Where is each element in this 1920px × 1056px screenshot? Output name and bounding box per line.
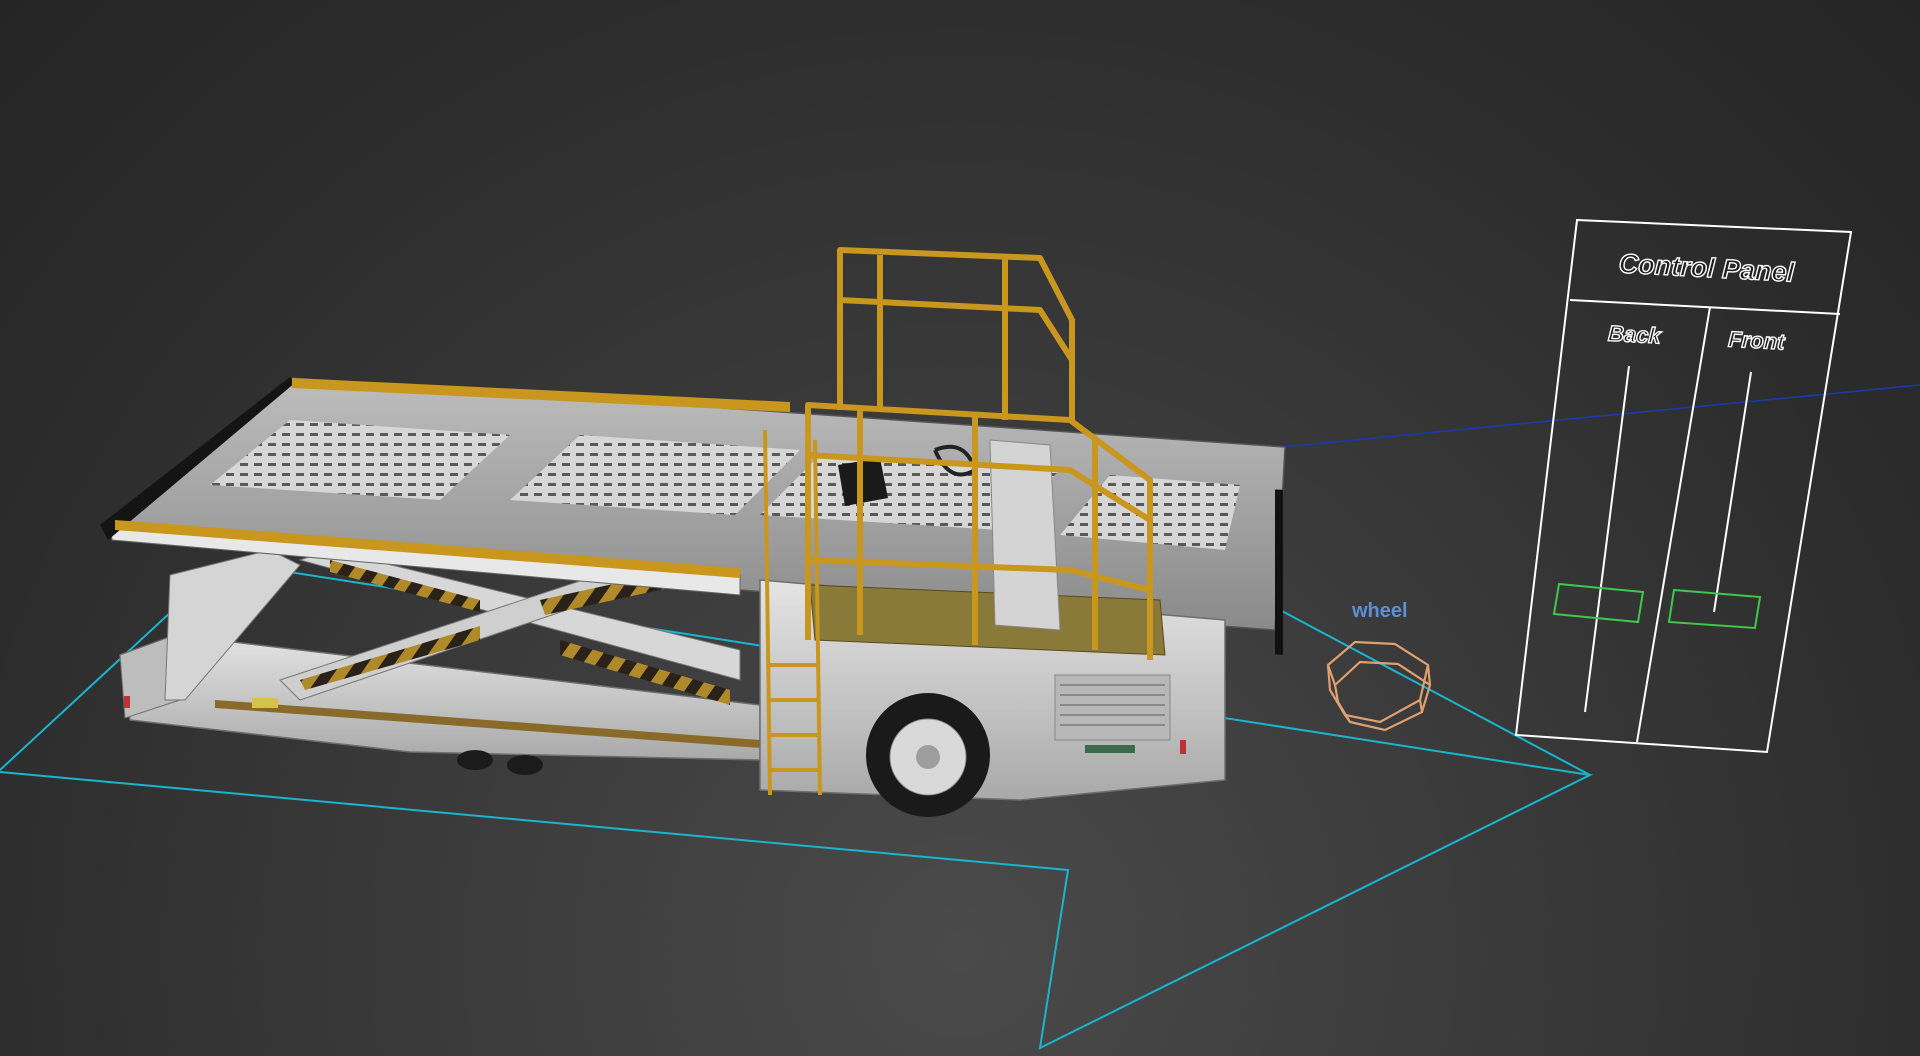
control-panel-title: Control Panel	[1618, 248, 1795, 287]
3d-viewport[interactable]: wheel Control Panel Back Front	[0, 0, 1920, 1056]
wheel-helper[interactable]: wheel	[1326, 600, 1432, 732]
slider-track-back	[1584, 365, 1630, 713]
rear-wheel-2	[507, 755, 543, 775]
scissor-lift-truck-model[interactable]	[100, 247, 1286, 817]
viewport-scene[interactable]: wheel Control Panel Back Front	[0, 0, 1920, 1056]
control-panel-title-divider	[1569, 299, 1841, 315]
wheel-helper-gizmo[interactable]	[1326, 640, 1432, 732]
control-panel-column-divider	[1636, 306, 1711, 743]
main-wheel-hub	[916, 745, 940, 769]
front-light	[1180, 740, 1186, 754]
rear-wheel-1	[457, 750, 493, 770]
control-panel[interactable]: Control Panel Back Front	[1514, 218, 1853, 754]
control-panel-label-back: Back	[1607, 321, 1663, 349]
control-panel-label-front: Front	[1728, 327, 1787, 355]
wheel-helper-label: wheel	[1351, 600, 1408, 622]
body-label-plate	[1085, 745, 1135, 753]
rear-light-left	[124, 696, 130, 708]
control-panel-frame	[1514, 218, 1853, 754]
slider-track-front	[1713, 371, 1752, 613]
deck-front-roller	[1275, 489, 1283, 655]
warning-decal	[252, 698, 278, 708]
